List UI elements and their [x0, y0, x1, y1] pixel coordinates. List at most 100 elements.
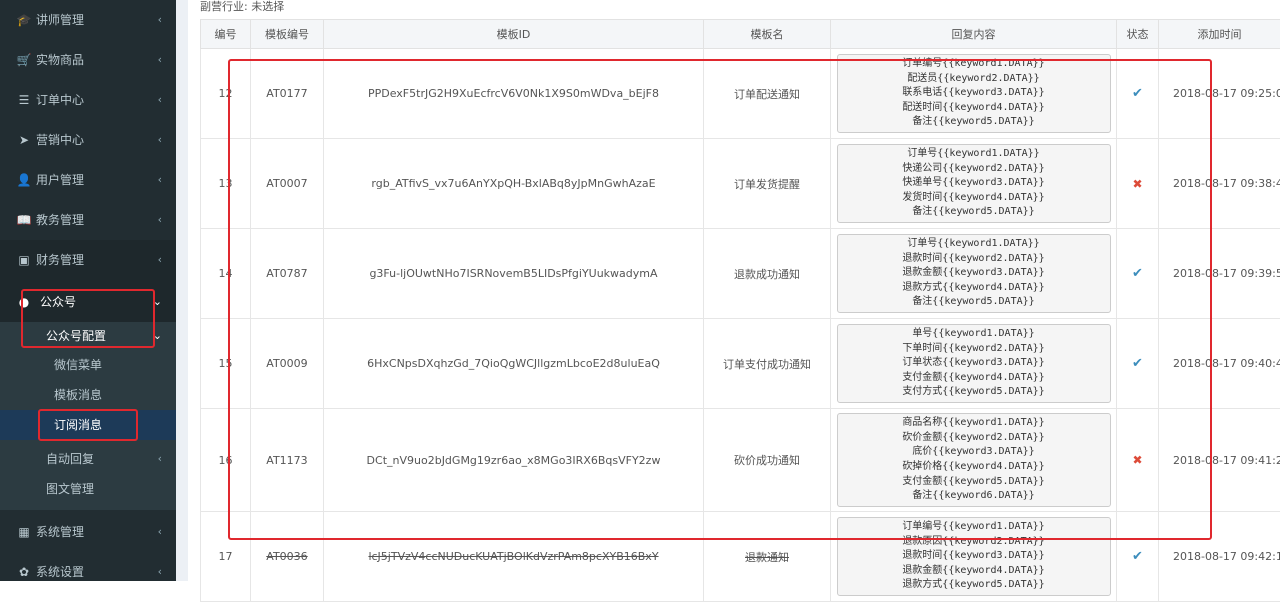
chevron-left-icon: ‹ — [158, 212, 162, 228]
content-gutter — [176, 0, 188, 581]
money-icon: ▣ — [16, 252, 32, 268]
cell-status: ✔ — [1117, 229, 1159, 319]
sidebar-subitem-template-message[interactable]: 模板消息 — [0, 380, 176, 410]
cell-template-name: 砍价成功通知 — [704, 409, 831, 512]
sidebar-item-label: 系统设置 — [36, 564, 84, 580]
sidebar-item-lecturer[interactable]: 🎓 讲师管理 ‹ — [0, 0, 176, 40]
chevron-left-icon: ‹ — [158, 524, 162, 540]
list-icon: ☰ — [16, 92, 32, 108]
sidebar-item-academic[interactable]: 📖 教务管理 ‹ — [0, 200, 176, 240]
cell-reply: 商品名称{{keyword1.DATA}} 砍价金额{{keyword2.DAT… — [831, 409, 1117, 512]
cell-template-id: lcJ5jTVzV4ccNUDucKUATjBOlKdVzrPAm8pcXYB1… — [324, 512, 704, 602]
table-row[interactable]: 13 AT0007 rgb_ATfivS_vx7u6AnYXpQH-BxlABq… — [201, 139, 1280, 229]
table-row[interactable]: 15 AT0009 6HxCNpsDXqhzGd_7QioQgWCJllgzmL… — [201, 319, 1280, 409]
table-row[interactable]: 14 AT0787 g3Fu-ljOUwtNHo7ISRNovemB5LIDsP… — [201, 229, 1280, 319]
sidebar-item-marketing[interactable]: ➤ 营销中心 ‹ — [0, 120, 176, 160]
sidebar-item-goods[interactable]: 🛒 实物商品 ‹ — [0, 40, 176, 80]
cross-icon[interactable]: ✖ — [1132, 177, 1142, 191]
sidebar-item-label: 订阅消息 — [54, 417, 102, 433]
table-row[interactable]: 12 AT0177 PPDexF5trJG2H9XuEcfrcV6V0Nk1X9… — [201, 49, 1280, 139]
cell-no: 17 — [201, 512, 251, 602]
cell-time: 2018-08-17 09:38:4 — [1159, 139, 1280, 229]
user-icon: 👤 — [16, 172, 32, 188]
reply-content: 单号{{keyword1.DATA}} 下单时间{{keyword2.DATA}… — [837, 324, 1111, 403]
sidebar-item-label: 教务管理 — [36, 212, 84, 228]
cell-time: 2018-08-17 09:25:0 — [1159, 49, 1280, 139]
cell-reply: 订单号{{keyword1.DATA}} 快递公司{{keyword2.DATA… — [831, 139, 1117, 229]
column-header-code[interactable]: 模板编号 — [251, 20, 324, 49]
column-header-no[interactable]: 编号 — [201, 20, 251, 49]
chevron-left-icon: ‹ — [158, 52, 162, 68]
sidebar-item-label: 微信菜单 — [54, 357, 102, 373]
sidebar-item-settings[interactable]: ✿ 系统设置 ‹ — [0, 552, 176, 592]
wechat-icon: ● — [16, 294, 32, 310]
cell-time: 2018-08-17 09:41:2 — [1159, 409, 1280, 512]
cell-template-id: g3Fu-ljOUwtNHo7ISRNovemB5LIDsPfgiYUukwad… — [324, 229, 704, 319]
sidebar-item-system[interactable]: ▦ 系统管理 ‹ — [0, 512, 176, 552]
check-icon[interactable]: ✔ — [1132, 549, 1143, 564]
reply-content: 商品名称{{keyword1.DATA}} 砍价金额{{keyword2.DAT… — [837, 413, 1111, 507]
column-header-time[interactable]: 添加时间 — [1159, 20, 1280, 49]
reply-content: 订单编号{{keyword1.DATA}} 配送员{{keyword2.DATA… — [837, 54, 1111, 133]
sidebar-item-label: 用户管理 — [36, 172, 84, 188]
cell-code: AT0177 — [251, 49, 324, 139]
cell-status: ✔ — [1117, 512, 1159, 602]
cell-template-name: 退款成功通知 — [704, 229, 831, 319]
check-icon[interactable]: ✔ — [1132, 266, 1143, 281]
reply-content: 订单号{{keyword1.DATA}} 退款时间{{keyword2.DATA… — [837, 234, 1111, 313]
gear-icon: ✿ — [16, 564, 32, 580]
check-icon[interactable]: ✔ — [1132, 86, 1143, 101]
sidebar-subitem-articles[interactable]: 图文管理 — [0, 474, 176, 510]
graduation-cap-icon: 🎓 — [16, 12, 32, 28]
reply-content: 订单编号{{keyword1.DATA}} 退款原因{{keyword2.DAT… — [837, 517, 1111, 596]
cell-template-name: 订单支付成功通知 — [704, 319, 831, 409]
sidebar: 🎓 讲师管理 ‹ 🛒 实物商品 ‹ ☰ 订单中心 ‹ ➤ 营销中心 ‹ 👤 用户… — [0, 0, 176, 581]
table-header-row: 编号 模板编号 模板ID 模板名 回复内容 状态 添加时间 — [201, 20, 1280, 49]
cell-no: 16 — [201, 409, 251, 512]
sidebar-item-label: 订单中心 — [36, 92, 84, 108]
column-header-status[interactable]: 状态 — [1117, 20, 1159, 49]
sidebar-subitem-auto-reply[interactable]: 自动回复 ‹ — [0, 440, 176, 474]
cell-template-name: 退款通知 — [704, 512, 831, 602]
cell-code: AT1173 — [251, 409, 324, 512]
cell-template-id: rgb_ATfivS_vx7u6AnYXpQH-BxlABq8yJpMnGwhA… — [324, 139, 704, 229]
sidebar-subitem-wechat-menu[interactable]: 微信菜单 — [0, 350, 176, 380]
sidebar-item-label: 实物商品 — [36, 52, 84, 68]
cell-time: 2018-08-17 09:42:1 — [1159, 512, 1280, 602]
cell-status: ✔ — [1117, 319, 1159, 409]
cell-status: ✔ — [1117, 49, 1159, 139]
cell-reply: 订单编号{{keyword1.DATA}} 退款原因{{keyword2.DAT… — [831, 512, 1117, 602]
table-row[interactable]: 17 AT0036 lcJ5jTVzV4ccNUDucKUATjBOlKdVzr… — [201, 512, 1280, 602]
chevron-left-icon: ‹ — [158, 252, 162, 268]
sidebar-item-label: 自动回复 — [46, 451, 94, 467]
paper-plane-icon: ➤ — [16, 132, 32, 148]
chevron-left-icon: ‹ — [158, 12, 162, 28]
chevron-left-icon: ‹ — [158, 564, 162, 580]
cell-code: AT0009 — [251, 319, 324, 409]
cross-icon[interactable]: ✖ — [1132, 453, 1142, 467]
sidebar-item-label: 公众号 — [40, 294, 76, 310]
chevron-left-icon: ‹ — [158, 92, 162, 108]
template-table: 编号 模板编号 模板ID 模板名 回复内容 状态 添加时间 12 AT0177 … — [200, 19, 1280, 602]
cell-status: ✖ — [1117, 139, 1159, 229]
sidebar-item-wechat-config[interactable]: 公众号配置 ⌄ — [0, 322, 176, 350]
sidebar-item-finance[interactable]: ▣ 财务管理 ‹ — [0, 240, 176, 282]
cart-icon: 🛒 — [16, 52, 32, 68]
sidebar-item-label: 系统管理 — [36, 524, 84, 540]
sidebar-item-users[interactable]: 👤 用户管理 ‹ — [0, 160, 176, 200]
sidebar-item-wechat[interactable]: ● 公众号 ⌄ — [0, 282, 176, 322]
sidebar-item-orders[interactable]: ☰ 订单中心 ‹ — [0, 80, 176, 120]
cell-template-name: 订单发货提醒 — [704, 139, 831, 229]
check-icon[interactable]: ✔ — [1132, 356, 1143, 371]
cell-no: 13 — [201, 139, 251, 229]
sidebar-subitem-subscribe-message[interactable]: 订阅消息 — [0, 410, 176, 440]
cell-template-id: DCt_nV9uo2bJdGMg19zr6ao_x8MGo3IRX6BqsVFY… — [324, 409, 704, 512]
column-header-template-name[interactable]: 模板名 — [704, 20, 831, 49]
grid-icon: ▦ — [16, 524, 32, 540]
table-row[interactable]: 16 AT1173 DCt_nV9uo2bJdGMg19zr6ao_x8MGo3… — [201, 409, 1280, 512]
cell-code: AT0007 — [251, 139, 324, 229]
cell-code: AT0036 — [251, 512, 324, 602]
column-header-reply[interactable]: 回复内容 — [831, 20, 1117, 49]
column-header-template-id[interactable]: 模板ID — [324, 20, 704, 49]
chevron-down-icon: ⌄ — [153, 294, 162, 310]
